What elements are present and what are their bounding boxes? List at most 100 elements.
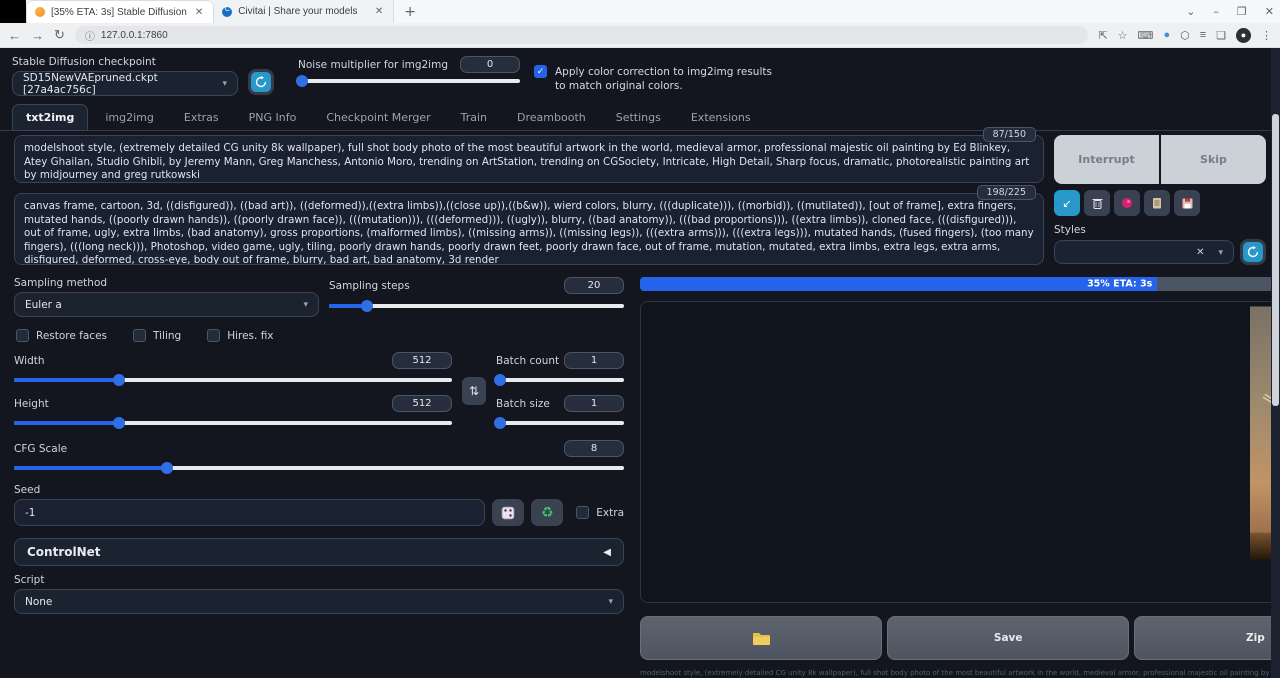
tiling-option[interactable]: Tiling	[133, 329, 181, 342]
tab-txt2img[interactable]: txt2img	[12, 104, 88, 131]
extension-grid-icon[interactable]: ⌨	[1138, 29, 1154, 42]
refresh-styles-button[interactable]	[1243, 242, 1263, 262]
batch-count-slider[interactable]	[496, 374, 624, 386]
random-seed-button[interactable]	[492, 499, 524, 526]
tab-close-icon[interactable]: ✕	[193, 7, 205, 18]
window-minimize-icon[interactable]: –	[1213, 5, 1219, 18]
width-label: Width	[14, 355, 45, 367]
chevron-down-icon: ▾	[608, 597, 613, 607]
tab-extras[interactable]: Extras	[171, 105, 232, 130]
tab-extensions[interactable]: Extensions	[678, 105, 764, 130]
save-button[interactable]: Save	[887, 616, 1129, 660]
tab-img2img[interactable]: img2img	[92, 105, 167, 130]
side-panel-icon[interactable]: ❏	[1216, 29, 1226, 42]
clear-prompt-button[interactable]	[1084, 190, 1110, 216]
bookmark-star-icon[interactable]: ☆	[1118, 29, 1128, 42]
extra-seed-checkbox[interactable]	[576, 506, 589, 519]
forward-icon[interactable]: →	[31, 28, 44, 43]
batch-count-value[interactable]: 1	[564, 352, 624, 369]
tab-dreambooth[interactable]: Dreambooth	[504, 105, 599, 130]
window-menu-icon[interactable]: ⌄	[1186, 5, 1195, 18]
scrollbar-thumb[interactable]	[1272, 114, 1279, 406]
browser-tab-stable-diffusion[interactable]: [35% ETA: 3s] Stable Diffusion ✕	[26, 0, 214, 23]
gallery-strip	[640, 563, 1280, 603]
color-correction-checkbox[interactable]: ✓	[534, 65, 547, 78]
address-bar[interactable]: ⓘ 127.0.0.1:7860	[75, 26, 1089, 44]
sampling-method-label: Sampling method	[14, 277, 319, 289]
controlnet-accordion[interactable]: ControlNet ◀	[14, 538, 624, 566]
save-style-button[interactable]	[1174, 190, 1200, 216]
tab-train[interactable]: Train	[448, 105, 500, 130]
prompt-input[interactable]: modelshoot style, (extremely detailed CG…	[14, 135, 1044, 183]
page-scrollbar[interactable]	[1271, 48, 1280, 678]
height-slider[interactable]	[14, 417, 452, 429]
noise-multiplier-slider[interactable]	[298, 75, 520, 87]
tab-settings[interactable]: Settings	[603, 105, 674, 130]
reading-list-icon[interactable]: ≡	[1200, 29, 1206, 41]
extension-blue-icon[interactable]: ●	[1163, 29, 1170, 41]
extra-seed-option[interactable]: Extra	[576, 506, 624, 519]
seed-input[interactable]	[14, 499, 485, 526]
styles-dropdown[interactable]: ✕▾	[1054, 240, 1234, 264]
share-icon[interactable]: ⇱	[1098, 29, 1107, 42]
cfg-scale-value[interactable]: 8	[564, 440, 624, 457]
tab-close-icon[interactable]: ✕	[373, 6, 385, 17]
batch-size-slider[interactable]	[496, 417, 624, 429]
tab-png-info[interactable]: PNG Info	[236, 105, 310, 130]
interrupt-button[interactable]: Interrupt	[1054, 135, 1159, 184]
refresh-checkpoint-container	[248, 69, 274, 95]
browser-tab-civitai[interactable]: Civitai | Share your models ✕	[214, 0, 394, 23]
reload-icon[interactable]: ↻	[54, 27, 65, 43]
swap-width-height-button[interactable]: ⇅	[462, 377, 486, 405]
page-info-icon[interactable]: ⓘ	[85, 28, 95, 43]
refresh-checkpoints-button[interactable]	[251, 72, 271, 92]
open-folder-button[interactable]	[640, 616, 882, 660]
new-tab-button[interactable]: +	[394, 4, 426, 20]
sampling-method-dropdown[interactable]: Euler a ▾	[14, 292, 319, 317]
chevron-down-icon: ▾	[1218, 248, 1223, 258]
window-restore-icon[interactable]: ❐	[1237, 5, 1247, 18]
tiling-checkbox[interactable]	[133, 329, 146, 342]
progress-text: 35% ETA: 3s	[1087, 279, 1157, 290]
clear-styles-icon[interactable]: ✕	[1196, 247, 1204, 258]
refresh-styles-container	[1240, 239, 1266, 265]
kebab-menu-icon[interactable]: ⋮	[1261, 29, 1272, 42]
profile-avatar[interactable]: ●	[1236, 28, 1251, 43]
sampling-steps-slider[interactable]	[329, 300, 624, 312]
extra-seed-label: Extra	[596, 507, 624, 519]
tab-title: Civitai | Share your models	[238, 6, 367, 17]
generation-info-text: modelshoot style, (extremely detailed CG…	[640, 669, 1280, 677]
extra-networks-button[interactable]	[1114, 190, 1140, 216]
extensions-puzzle-icon[interactable]: ⬡	[1180, 29, 1190, 42]
civitai-favicon	[222, 7, 232, 17]
sampling-steps-value[interactable]: 20	[564, 277, 624, 294]
restore-faces-checkbox[interactable]	[16, 329, 29, 342]
window-close-icon[interactable]: ✕	[1265, 5, 1274, 18]
noise-multiplier-value[interactable]: 0	[460, 56, 520, 73]
zip-button[interactable]: Zip	[1134, 616, 1280, 660]
controlnet-title: ControlNet	[27, 545, 101, 559]
tiling-label: Tiling	[153, 330, 181, 342]
width-value[interactable]: 512	[392, 352, 452, 369]
skip-button[interactable]: Skip	[1161, 135, 1266, 184]
cfg-scale-slider[interactable]	[14, 462, 624, 474]
accordion-collapse-icon: ◀	[603, 547, 611, 558]
back-icon[interactable]: ←	[8, 28, 21, 43]
batch-size-value[interactable]: 1	[564, 395, 624, 412]
hires-fix-checkbox[interactable]	[207, 329, 220, 342]
tab-checkpoint-merger[interactable]: Checkpoint Merger	[313, 105, 443, 130]
width-slider[interactable]	[14, 374, 452, 386]
negative-prompt-input[interactable]: canvas frame, cartoon, 3d, ((disfigured)…	[14, 193, 1044, 265]
height-value[interactable]: 512	[392, 395, 452, 412]
script-label: Script	[14, 574, 624, 586]
apply-style-button[interactable]	[1144, 190, 1170, 216]
sampling-method-value: Euler a	[25, 299, 62, 311]
color-correction-label: Apply color correction to img2img result…	[555, 65, 784, 93]
reuse-seed-button[interactable]: ♻	[531, 499, 563, 526]
hires-fix-option[interactable]: Hires. fix	[207, 329, 273, 342]
batch-size-label: Batch size	[496, 398, 550, 410]
restore-faces-option[interactable]: Restore faces	[16, 329, 107, 342]
paste-params-button[interactable]: ↙	[1054, 190, 1080, 216]
script-dropdown[interactable]: None ▾	[14, 589, 624, 614]
checkpoint-dropdown[interactable]: SD15NewVAEpruned.ckpt [27a4ac756c] ▾	[12, 71, 238, 96]
